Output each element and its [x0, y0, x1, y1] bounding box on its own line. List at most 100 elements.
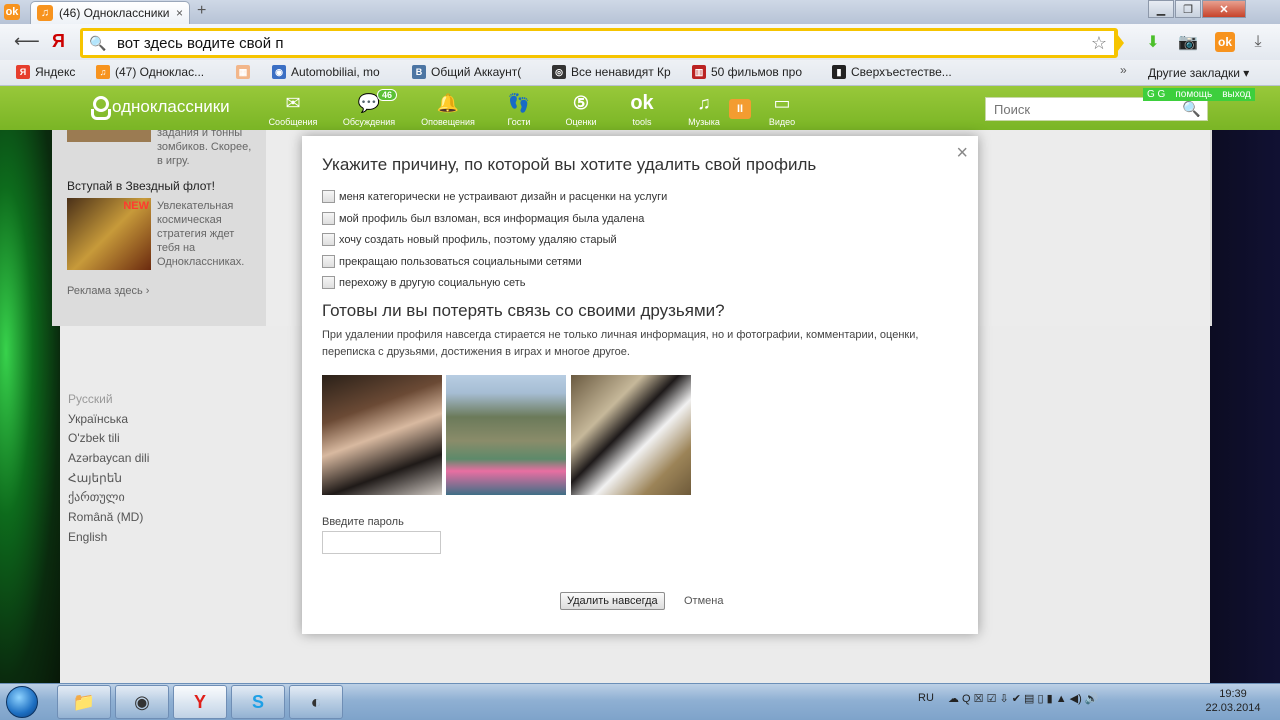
music-favicon-icon: ♫ [37, 5, 53, 21]
ok-extension-icon[interactable]: ok [1215, 32, 1235, 52]
browser-tab[interactable]: ♫ (46) Одноклассники × [30, 1, 190, 24]
tab-close-icon[interactable]: × [176, 6, 183, 20]
nav-label: Видео [768, 117, 796, 127]
bookmark-label: Automobiliai, mo [291, 65, 380, 79]
language-armenian[interactable]: Հայերեն [68, 471, 122, 485]
back-button[interactable]: ⟵ [14, 31, 40, 52]
reason-label: мой профиль был взломан, вся информация … [339, 212, 645, 225]
address-input[interactable] [117, 34, 1115, 52]
clock-date: 22.03.2014 [1205, 702, 1261, 714]
tab-strip [0, 0, 1280, 24]
nav-video[interactable]: ▭ Видео [746, 92, 818, 128]
language-uzbek[interactable]: O'zbek tili [68, 431, 120, 445]
start-button[interactable] [6, 686, 38, 718]
bookmark-ok[interactable]: ♫ (47) Одноклас... [96, 65, 226, 79]
bookmark-label: Яндекс [35, 65, 76, 79]
minimize-button[interactable]: ▁ [1148, 0, 1174, 18]
discussions-count-badge: 46 [377, 89, 398, 101]
checkbox[interactable] [322, 276, 335, 289]
bookmark-yandex[interactable]: Я Яндекс [16, 65, 75, 79]
language-ukrainian[interactable]: Українська [68, 412, 128, 426]
obs-icon[interactable]: ◐ [289, 685, 343, 719]
bookmark-everybody-hates[interactable]: ◎ Все ненавидят Кр [552, 65, 674, 79]
bookmark-supernatural[interactable]: ▮ Сверхъестестве... [832, 65, 954, 79]
delete-profile-dialog: × Укажите причину, по которой вы хотите … [302, 136, 978, 634]
bookmark-image[interactable]: ▦ [236, 65, 250, 79]
yandex-browser-icon[interactable]: Y [173, 685, 227, 719]
omnibox-arrow [1114, 30, 1124, 56]
site-logo[interactable]: одноклассники [90, 96, 230, 120]
reason-option[interactable]: меня категорически не устраивают дизайн … [322, 190, 667, 203]
clock-time: 19:39 [1219, 688, 1247, 700]
promo-text: зомбиков. Скорее, в игру. [157, 141, 252, 167]
checkbox[interactable] [322, 255, 335, 268]
search-icon: 🔍 [89, 34, 107, 51]
odnoklassniki-logo-icon [90, 96, 111, 120]
bookmark-label: 50 фильмов про [711, 65, 802, 79]
window-close-button[interactable]: ✕ [1202, 0, 1246, 18]
bookmark-label: Общий Аккаунт( [431, 65, 522, 79]
yandex-home-icon[interactable]: Я [52, 31, 65, 52]
checkbox[interactable] [322, 212, 335, 225]
download-arrow-icon[interactable]: ⤓ [1248, 32, 1268, 52]
nav-label: Гости [507, 117, 531, 127]
nav-label: Оповещения [421, 117, 475, 127]
language-romanian[interactable]: Română (MD) [68, 510, 143, 524]
bookmark-star-icon[interactable]: ☆ [1091, 33, 1107, 54]
bookmark-50-films[interactable]: ▥ 50 фильмов про [692, 65, 810, 79]
password-input[interactable] [322, 531, 441, 554]
nav-notifications[interactable]: 🔔 Оповещения [412, 92, 484, 128]
background-decoration [0, 130, 60, 683]
friend-photo[interactable] [322, 375, 442, 495]
bookmark-automobiliai[interactable]: ◉ Automobiliai, mo [272, 65, 402, 79]
friend-photo[interactable] [571, 375, 691, 495]
tray-icons[interactable]: ☁ Q ☒ ☑ ⇩ ✔ ▤ ▯ ▮ ▲ ◀) 🔊 [948, 692, 1099, 705]
bookmarks-overflow-icon[interactable]: » [1120, 63, 1127, 77]
reason-option[interactable]: мой профиль был взломан, вся информация … [322, 212, 644, 225]
reason-option[interactable]: перехожу в другую социальную сеть [322, 276, 525, 289]
language-georgian[interactable]: ქართული [68, 490, 125, 504]
background-right [1210, 130, 1280, 683]
ads-link[interactable]: Реклама здесь › [67, 284, 149, 298]
language-azerbaijani[interactable]: Azərbaycan dili [68, 451, 149, 465]
cancel-link[interactable]: Отмена [684, 595, 723, 607]
bookmark-vk[interactable]: В Общий Аккаунт( [412, 65, 540, 79]
password-label: Введите пароль [322, 516, 404, 528]
system-clock[interactable]: 19:39 22.03.2014 [1200, 687, 1266, 715]
language-english[interactable]: English [68, 530, 107, 544]
search-icon[interactable]: 🔍 [1182, 100, 1201, 118]
checkbox[interactable] [322, 190, 335, 203]
download-extension-icon[interactable]: ⬇ [1143, 32, 1163, 52]
dialog-subtitle: Готовы ли вы потерять связь со своими др… [322, 301, 725, 320]
new-tab-button[interactable]: + [197, 2, 206, 20]
chrome-icon[interactable]: ◉ [115, 685, 169, 719]
explorer-icon[interactable]: 📁 [57, 685, 111, 719]
skype-icon[interactable]: S [231, 685, 285, 719]
promo-title[interactable]: Вступай в Звездный флот! [67, 179, 215, 193]
nav-label: Оценки [565, 117, 597, 127]
nav-discussions[interactable]: 💬 46 Обсуждения [333, 89, 405, 127]
maximize-button[interactable]: ❐ [1175, 0, 1201, 18]
nav-label: tools [632, 117, 652, 127]
close-icon[interactable]: × [956, 142, 968, 165]
other-bookmarks[interactable]: Другие закладки ▾ [1148, 66, 1249, 80]
reason-option[interactable]: хочу создать новый профиль, поэтому удал… [322, 233, 617, 246]
friend-photo[interactable] [446, 375, 566, 495]
site-search-input[interactable] [994, 101, 1174, 117]
help-link[interactable]: помощь [1175, 89, 1212, 100]
address-bar[interactable]: 🔍 ☆ [80, 28, 1118, 58]
logout-link[interactable]: выход [1222, 89, 1251, 100]
gg-link[interactable]: G G [1147, 89, 1165, 100]
rating-icon: ⑤ [572, 92, 590, 113]
reason-label: меня категорически не устраивают дизайн … [339, 190, 668, 203]
odnoklassniki-app-icon: ok [4, 4, 20, 20]
nav-messages[interactable]: ✉ Сообщения [257, 92, 329, 128]
input-language[interactable]: RU [918, 692, 934, 704]
reason-option[interactable]: прекращаю пользоваться социальными сетям… [322, 255, 582, 268]
language-russian[interactable]: Русский [68, 392, 113, 406]
promo-game-image[interactable]: NEW [67, 198, 151, 270]
bookmark-label: Сверхъестестве... [851, 65, 952, 79]
checkbox[interactable] [322, 233, 335, 246]
delete-forever-button[interactable]: Удалить навсегда [560, 592, 665, 610]
camera-extension-icon[interactable]: 📷 [1178, 32, 1198, 52]
